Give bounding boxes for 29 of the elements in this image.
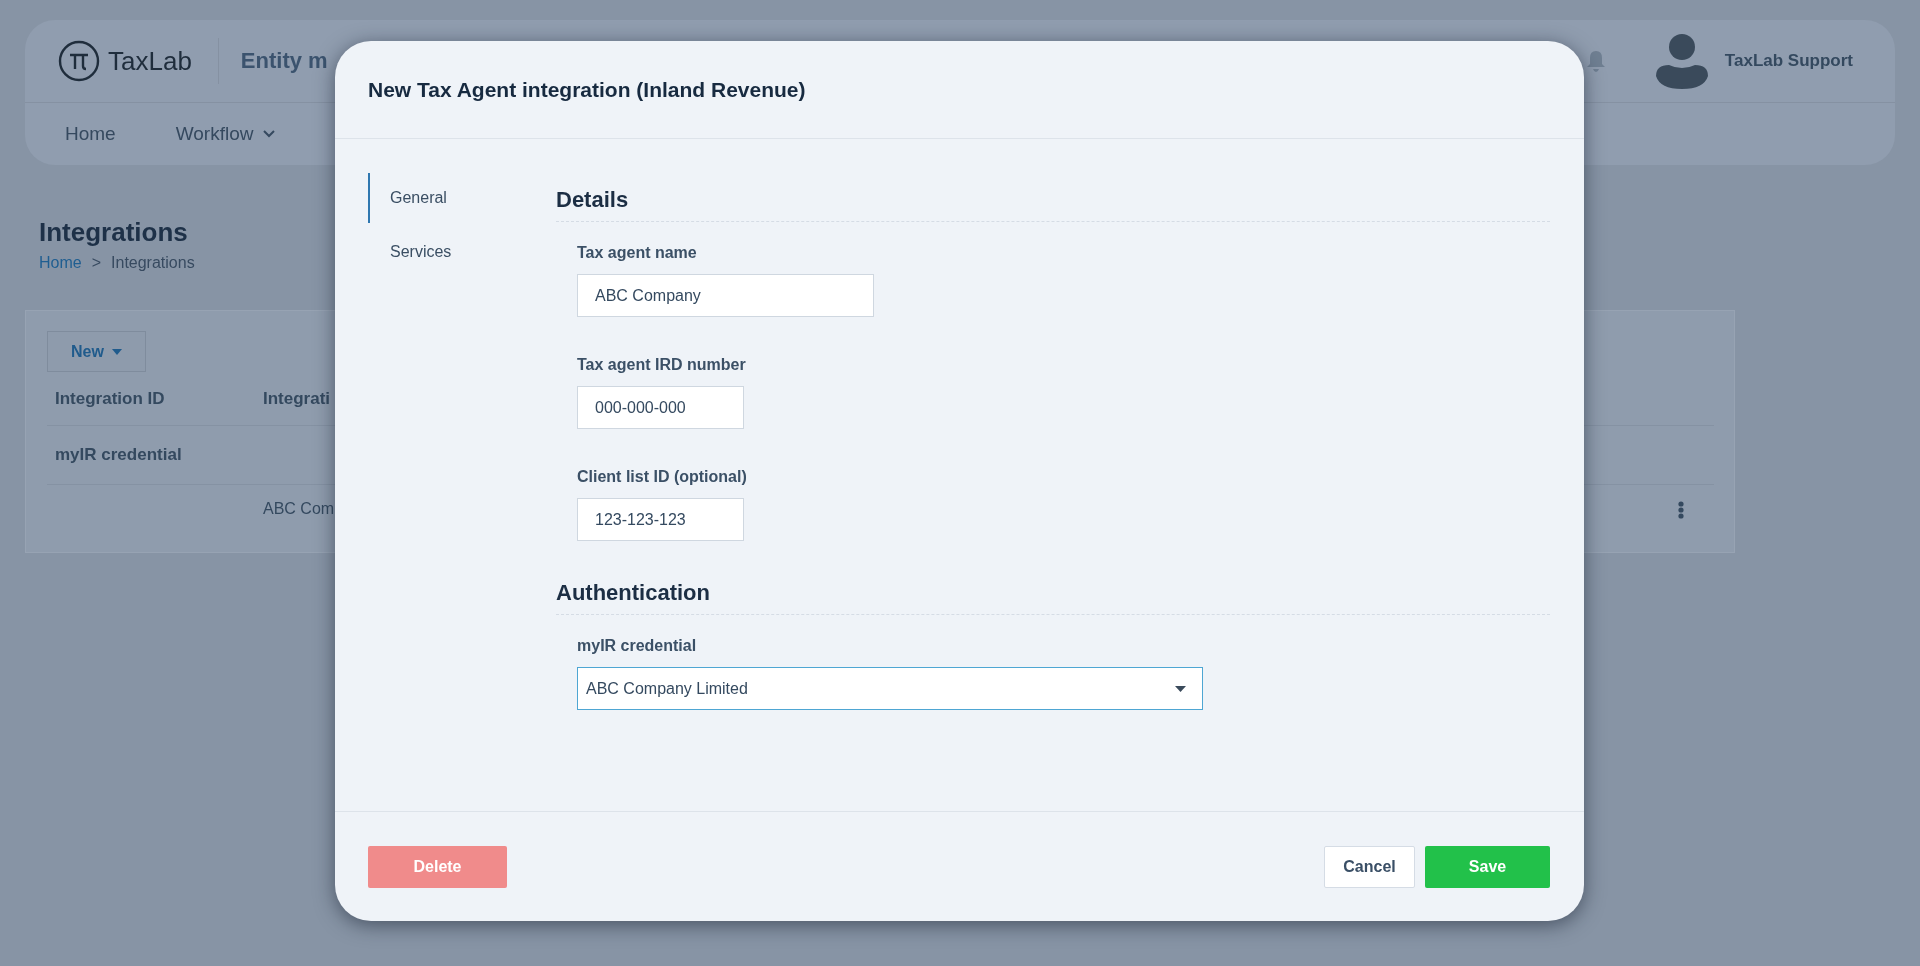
input-field[interactable]: 000-000-000 [577, 386, 744, 429]
group-label: myIR credential [55, 445, 182, 465]
table-cell: ABC Com [263, 500, 335, 518]
section-heading: Authentication [556, 580, 1550, 615]
app-title: Entity m [240, 48, 328, 74]
field-label: myIR credential [577, 637, 698, 655]
breadcrumb-separator: > [91, 254, 102, 272]
breadcrumb-item: Integrations [111, 254, 195, 272]
input-field[interactable]: 123-123-123 [577, 498, 744, 541]
logo-text: TaxLab [108, 45, 192, 77]
select-field[interactable]: ABC Company Limited [577, 667, 1203, 710]
column-header: Integration ID [55, 388, 166, 409]
section-heading: Details [556, 187, 1550, 222]
page-title: Integrations [39, 217, 188, 248]
avatar-icon[interactable] [1655, 33, 1708, 89]
field-label: Client list ID (optional) [577, 468, 748, 486]
field-label: Tax agent name [577, 244, 698, 262]
tab[interactable]: General [368, 173, 556, 223]
chevron-down-icon [263, 130, 276, 138]
dialog-title: New Tax Agent integration (Inland Revenue) [368, 77, 806, 102]
cancel-button[interactable]: Cancel [1324, 845, 1415, 888]
tab[interactable]: Services [368, 227, 556, 277]
caret-icon [1175, 685, 1186, 692]
more-icon[interactable] [1678, 501, 1684, 519]
field-label: Tax agent IRD number [577, 356, 747, 374]
column-header: Integrati [263, 388, 331, 409]
caret-icon [111, 348, 122, 355]
input-field[interactable]: ABC Company [577, 274, 874, 317]
logo-icon [58, 40, 100, 82]
